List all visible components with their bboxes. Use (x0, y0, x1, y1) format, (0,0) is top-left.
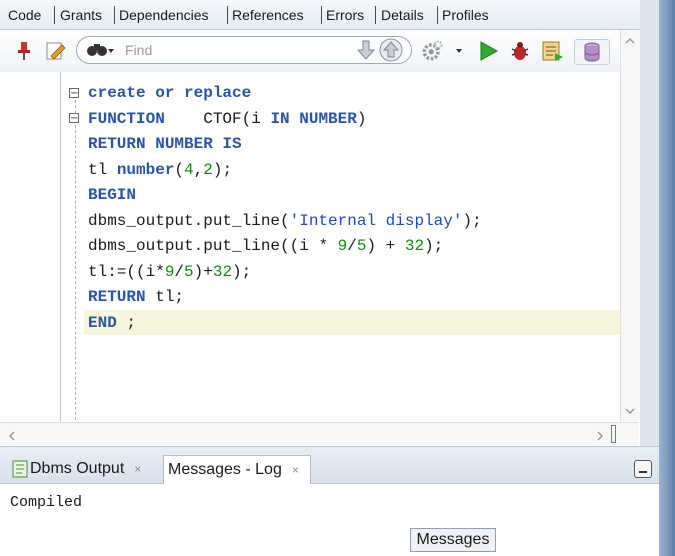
run-icon[interactable] (476, 39, 500, 63)
code-token: FUNCTION (88, 109, 165, 128)
tab-messages-log-label: Messages - Log (168, 461, 282, 478)
code-token: 32 (404, 237, 425, 255)
editor-tab-bar: Code Grants Dependencies References Erro… (0, 0, 659, 30)
code-line[interactable]: RETURN tl; (88, 285, 184, 310)
scroll-thumb[interactable] (611, 425, 616, 443)
code-token: number (116, 160, 175, 179)
code-token: BEGIN (88, 186, 137, 204)
edit-icon[interactable] (44, 39, 68, 63)
code-token: CTOF(i (164, 109, 271, 128)
tab-messages-log[interactable]: Messages - Log × (163, 455, 311, 485)
gear-icon[interactable] (420, 39, 444, 63)
code-line[interactable]: dbms_output.put_line((i * 9/5) + 32); (88, 234, 443, 259)
close-icon[interactable]: × (292, 463, 299, 477)
code-token: tl:=((i* (88, 262, 165, 281)
scroll-down-icon[interactable] (624, 402, 636, 415)
log-text: Compiled (10, 494, 83, 511)
gear-menu-arrow-icon[interactable] (452, 39, 466, 63)
tab-separator (227, 6, 228, 24)
log-panel-tabs: Dbms Output × Messages - Log × (0, 446, 659, 485)
code-token: ); (212, 160, 233, 179)
code-token: RETURN NUMBER IS (88, 135, 242, 153)
line-gutter (0, 72, 61, 422)
code-token: ( (174, 160, 185, 179)
scroll-left-icon[interactable] (6, 427, 18, 441)
tab-separator (321, 6, 322, 24)
code-line[interactable]: tl number(4,2); (88, 158, 232, 183)
arrow-down-icon[interactable] (355, 39, 377, 65)
horizontal-scrollbar[interactable] (0, 422, 639, 445)
code-token: / (347, 237, 357, 255)
tab-dbms-output[interactable]: Dbms Output × (8, 455, 160, 485)
tab-dependencies[interactable]: Dependencies (119, 6, 209, 24)
window-edge (659, 0, 675, 556)
tab-references[interactable]: References (232, 6, 304, 24)
tab-profiles[interactable]: Profiles (442, 6, 489, 24)
find-box[interactable] (76, 36, 412, 64)
code-line[interactable]: END ; (88, 311, 136, 336)
log-output: Compiled (0, 484, 659, 556)
code-token: 9 (164, 262, 175, 281)
code-token: 9 (337, 237, 348, 255)
code-token: 5 (184, 262, 194, 281)
database-icon[interactable] (574, 39, 610, 65)
code-line[interactable]: FUNCTION CTOF(i IN NUMBER) (88, 107, 366, 132)
code-token: , (193, 160, 204, 179)
code-token: ); (424, 237, 444, 255)
code-token: 4 (184, 160, 194, 179)
tab-code[interactable]: Code (8, 6, 41, 24)
close-icon[interactable]: × (134, 462, 141, 476)
tab-separator (54, 6, 55, 24)
arrow-up-icon[interactable] (379, 38, 403, 66)
code-token: 'Internal display' (289, 211, 463, 230)
code-token: IN NUMBER (270, 109, 357, 128)
code-token: / (174, 262, 185, 281)
tab-errors[interactable]: Errors (326, 6, 364, 24)
code-token: ); (462, 211, 482, 230)
vertical-scrollbar[interactable] (620, 30, 640, 422)
tab-separator (375, 6, 376, 24)
debug-icon[interactable] (508, 39, 532, 63)
tab-details[interactable]: Details (381, 6, 424, 24)
code-token: ) (356, 109, 367, 128)
tab-dbms-output-label: Dbms Output (30, 460, 125, 477)
fold-toggle-icon[interactable]: − (69, 113, 79, 124)
code-token: create or replace (88, 84, 252, 102)
code-token: ; (116, 313, 137, 332)
scroll-right-icon[interactable] (594, 427, 606, 441)
code-line[interactable]: dbms_output.put_line('Internal display')… (88, 209, 482, 234)
find-input[interactable] (125, 40, 345, 60)
code-token: tl (88, 160, 117, 179)
fold-toggle-icon[interactable]: − (69, 88, 79, 99)
code-token: tl; (145, 288, 185, 306)
code-line[interactable]: tl:=((i*9/5)+32); (88, 260, 251, 285)
tooltip: Messages (410, 528, 496, 552)
pin-icon[interactable] (12, 39, 36, 63)
code-token: 2 (203, 160, 213, 179)
tab-separator (114, 6, 115, 24)
code-line[interactable]: create or replace (88, 81, 251, 106)
code-token: dbms_output.put_line((i * (88, 237, 338, 255)
tab-separator (437, 6, 438, 24)
current-line-highlight (84, 310, 620, 335)
code-token: ) + (366, 237, 405, 255)
editor-toolbar (0, 30, 620, 72)
fold-guide (75, 100, 76, 420)
code-token: 32 (212, 262, 233, 281)
code-token: )+ (193, 262, 213, 281)
code-token: ); (232, 262, 252, 281)
compile-icon[interactable] (541, 39, 565, 63)
code-line[interactable]: RETURN NUMBER IS (88, 132, 242, 157)
code-line[interactable]: BEGIN (88, 183, 136, 208)
scroll-up-icon[interactable] (624, 32, 636, 44)
code-token: END (88, 313, 117, 332)
dbms-output-icon (12, 460, 28, 478)
code-token: dbms_output.put_line( (88, 211, 290, 230)
minimize-icon[interactable] (634, 460, 652, 478)
code-token: RETURN (88, 288, 146, 306)
binoculars-icon[interactable] (85, 39, 115, 65)
tab-grants[interactable]: Grants (60, 6, 102, 24)
